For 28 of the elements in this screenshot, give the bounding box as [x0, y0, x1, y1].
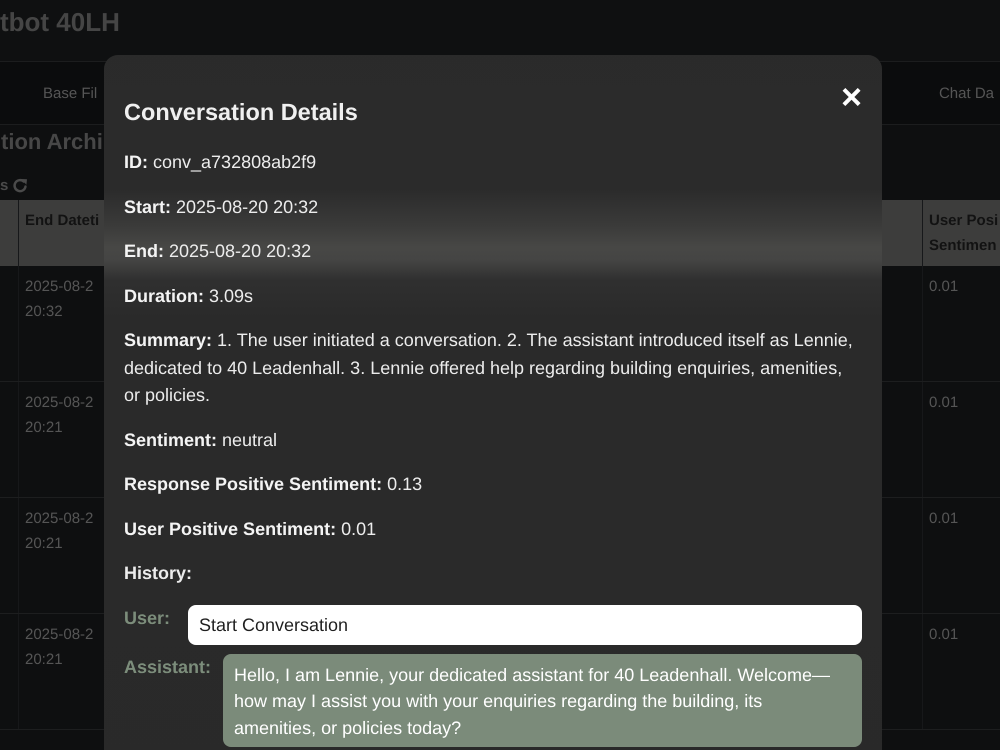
table-cell-text: 0.01 [929, 509, 958, 529]
assistant-message: Hello, I am Lennie, your dedicated assistant for 40 Leadenhall. Welcome—how may I assist you with your enquiries regarding the building, its amenities, or policies today? [223, 654, 862, 747]
close-button[interactable]: × [840, 83, 862, 111]
detail-line: End: 2025-08-20 20:32 [124, 240, 312, 263]
role-label: Assistant: [124, 656, 212, 678]
user-message: Start Conversation [188, 604, 862, 644]
nav-tab[interactable]: Base Fil [43, 84, 98, 102]
table-cell-text: 2025-08-2 20:32 [25, 277, 94, 322]
detail-line: ID: conv_a732808ab2f9 [124, 151, 318, 174]
detail-line: Duration: 3.09s [124, 284, 254, 308]
page-heading: tion Archi [1, 128, 103, 156]
table-cell-text: 2025-08-2 20:21 [25, 509, 94, 554]
detail-line: Summary: 1. The user initiated a conversation. 2. The assistant introduced itself as Lennie, dedicated to 40 Leadenhall. 3. Lennie offered help regarding building enquiries, amenities, or policies. [124, 329, 854, 407]
history-heading: History: [124, 562, 194, 585]
refresh-label[interactable]: s [0, 176, 8, 196]
table-cell-text: 0.01 [929, 625, 958, 645]
table-cell-text: 2025-08-2 20:21 [25, 625, 94, 670]
role-label: User: [124, 606, 172, 630]
table-cell-text: 2025-08-2 20:21 [25, 393, 94, 438]
table-cell-text: 0.01 [929, 277, 958, 297]
table-cell-text: 0.01 [929, 393, 958, 413]
nav-tab[interactable]: Chat Da [938, 84, 994, 102]
modal-title: Conversation Details [124, 98, 358, 127]
detail-line: User Positive Sentiment: 0.01 [124, 518, 378, 540]
detail-line: Start: 2025-08-20 20:32 [124, 196, 320, 218]
detail-line: Response Positive Sentiment: 0.13 [124, 473, 424, 496]
detail-line: Sentiment: neutral [124, 428, 278, 452]
refresh-icon[interactable] [12, 178, 28, 194]
